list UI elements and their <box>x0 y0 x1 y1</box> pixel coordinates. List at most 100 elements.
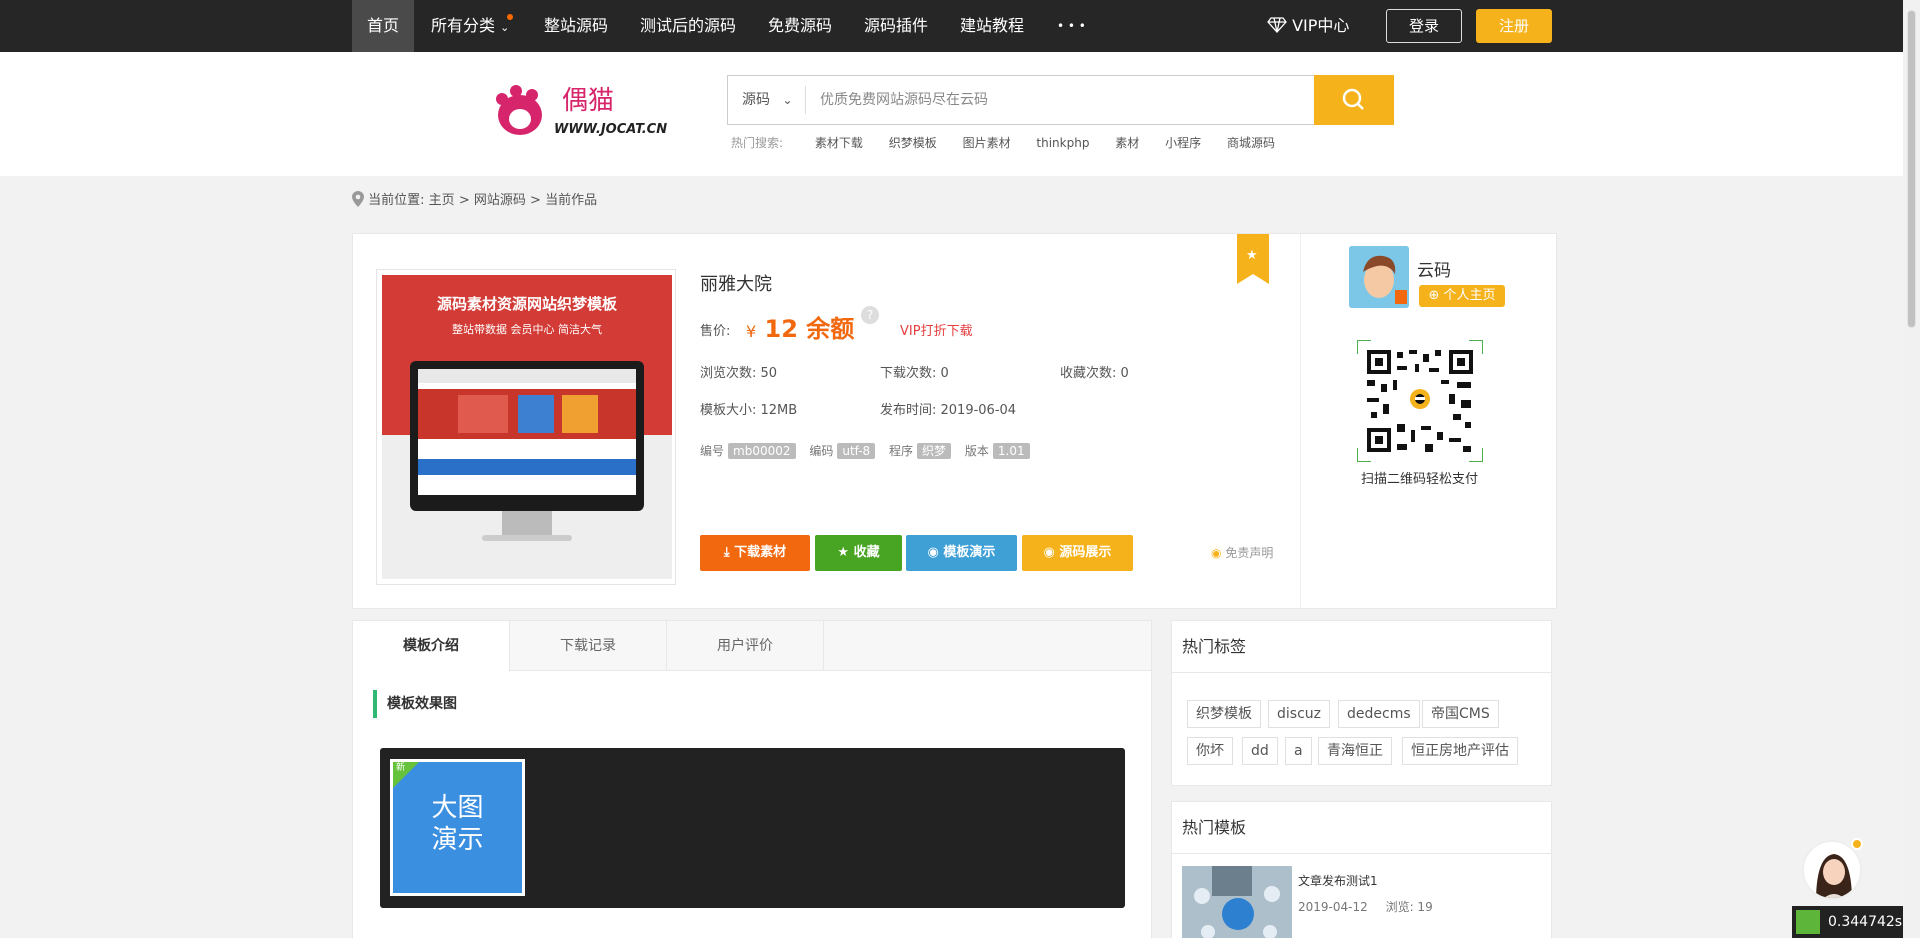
vip-center-link[interactable]: VIP中心 <box>1267 0 1349 52</box>
breadcrumb-label: 当前位置: <box>368 193 425 208</box>
scrollbar-thumb[interactable] <box>1907 10 1916 328</box>
personal-home-label: 个人主页 <box>1443 288 1496 303</box>
author-name[interactable]: 云码 <box>1417 256 1451 281</box>
site-logo[interactable]: 偶猫 WWW.JOCAT.CN <box>490 79 670 139</box>
favorite-button[interactable]: ★ 收藏 <box>815 535 902 571</box>
hot-templates-title: 热门模板 <box>1172 802 1551 854</box>
product-thumbnail[interactable]: 源码素材资源网站织梦模板 整站带数据 会员中心 简洁大气 <box>376 269 676 585</box>
tag-chip[interactable]: 你坏 <box>1187 737 1233 765</box>
download-count: 下载次数: 0 <box>880 366 949 381</box>
site-header: 偶猫 WWW.JOCAT.CN 源码 ⌄ 优质免费网站源码尽在云码 热门搜索: … <box>0 52 1903 176</box>
tag-chip[interactable]: 青海恒正 <box>1318 737 1392 765</box>
hot-search-link[interactable]: 图片素材 <box>963 136 1011 150</box>
product-title: 丽雅大院 <box>700 274 772 295</box>
tab-bar: 模板介绍 下载记录 用户评价 <box>353 621 1151 672</box>
attr-version-label: 版本 <box>964 444 989 458</box>
breadcrumb-home[interactable]: 主页 <box>429 193 455 208</box>
large-preview-tile[interactable]: 新 大图 演示 <box>390 759 525 896</box>
template-demo-button[interactable]: ◉ 模板演示 <box>906 535 1017 571</box>
nav-plugins[interactable]: 源码插件 <box>864 0 928 52</box>
hot-templates-box: 热门模板 文章发布测试1 2019-04-12 浏览: 19 <box>1171 801 1552 938</box>
preview-headline: 源码素材资源网站织梦模板 <box>436 295 617 313</box>
tag-chip[interactable]: dedecms <box>1338 700 1420 728</box>
tab-download-records[interactable]: 下载记录 <box>510 621 667 671</box>
login-button[interactable]: 登录 <box>1386 9 1462 43</box>
disclaimer-label: 免责声明 <box>1225 546 1274 560</box>
template-meta: 2019-04-12 浏览: 19 <box>1298 898 1433 915</box>
download-icon: ⤓ <box>723 545 730 560</box>
qr-caption: 扫描二维码轻松支付 <box>1361 472 1479 487</box>
price-amount: 12 余额 <box>764 315 855 343</box>
download-button[interactable]: ⤓ 下载素材 <box>700 535 810 571</box>
attr-id-label: 编号 <box>700 444 725 458</box>
eye-icon: ◉ <box>1043 545 1055 560</box>
detail-panel: 模板介绍 下载记录 用户评价 模板效果图 新 大图 演示 <box>352 620 1152 938</box>
breadcrumb-current: 当前作品 <box>545 193 598 208</box>
tag-chip[interactable]: 帝国CMS <box>1422 700 1499 728</box>
template-thumbnail[interactable] <box>1182 866 1292 938</box>
new-badge: 新 <box>393 762 419 788</box>
breadcrumb-category[interactable]: 网站源码 <box>474 193 526 208</box>
vip-discount-link[interactable]: VIP打折下载 <box>900 320 973 339</box>
nav-tested-source[interactable]: 测试后的源码 <box>640 0 736 52</box>
nav-more[interactable]: • • • <box>1057 0 1086 52</box>
source-showcase-label: 源码展示 <box>1059 545 1112 560</box>
search-category-label: 源码 <box>742 92 770 108</box>
page-scrollbar[interactable] <box>1903 0 1920 938</box>
hot-search-link[interactable]: 素材 <box>1115 136 1139 150</box>
nav-free-source[interactable]: 免费源码 <box>768 0 832 52</box>
template-demo-label: 模板演示 <box>943 545 996 560</box>
product-card: 源码素材资源网站织梦模板 整站带数据 会员中心 简洁大气 丽雅大院 售价: ¥ … <box>352 233 1557 609</box>
search-divider <box>805 86 806 114</box>
search-category-select[interactable]: 源码 ⌄ <box>742 76 793 124</box>
personal-home-button[interactable]: ⊕ 个人主页 <box>1419 285 1505 307</box>
nav-all-categories[interactable]: 所有分类 ⌄ <box>431 0 514 52</box>
eye-icon: ◉ <box>927 545 939 560</box>
tag-chip[interactable]: 恒正房地产评估 <box>1402 737 1518 765</box>
tag-chip[interactable]: 织梦模板 <box>1187 700 1261 728</box>
view-count: 浏览次数: 50 <box>700 366 778 381</box>
attr-program-value: 织梦 <box>917 443 952 459</box>
source-showcase-button[interactable]: ◉ 源码展示 <box>1022 535 1133 571</box>
search-input[interactable]: 优质免费网站源码尽在云码 <box>820 76 988 124</box>
search-button[interactable] <box>1314 75 1394 125</box>
app-logo-icon <box>1796 910 1820 934</box>
hot-search-link[interactable]: 小程序 <box>1165 136 1201 150</box>
hot-search-label: 热门搜索: <box>731 136 784 150</box>
chevron-down-icon: ⌄ <box>500 21 510 34</box>
help-icon[interactable]: ? <box>861 306 879 324</box>
price-label: 售价: <box>700 324 731 339</box>
product-attributes: 编号 mb00002 编码 utf-8 程序 织梦 版本 1.01 <box>700 442 1040 459</box>
favorite-button-label: 收藏 <box>853 545 880 560</box>
tag-chip[interactable]: a <box>1285 737 1312 765</box>
nav-full-site-source[interactable]: 整站源码 <box>544 0 608 52</box>
tag-chip[interactable]: dd <box>1242 737 1278 765</box>
attr-program-label: 程序 <box>889 444 914 458</box>
publish-date: 发布时间: 2019-06-04 <box>880 403 1017 418</box>
nav-home[interactable]: 首页 <box>352 0 415 52</box>
plus-circle-icon: ⊕ <box>1428 288 1440 303</box>
product-preview-image: 源码素材资源网站织梦模板 整站带数据 会员中心 简洁大气 <box>382 275 672 579</box>
tag-chip[interactable]: discuz <box>1268 700 1330 728</box>
vip-center-label: VIP中心 <box>1292 16 1350 35</box>
hot-search-link[interactable]: thinkphp <box>1036 136 1089 150</box>
disclaimer-link[interactable]: ◉ 免责声明 <box>1211 544 1273 561</box>
author-avatar[interactable] <box>1349 246 1409 308</box>
hot-tags-title: 热门标签 <box>1172 621 1551 673</box>
hot-searches: 热门搜索: 素材下载 织梦模板 图片素材 thinkphp 素材 小程序 商城源… <box>731 134 1297 151</box>
hot-search-link[interactable]: 素材下载 <box>815 136 863 150</box>
tab-user-reviews[interactable]: 用户评价 <box>667 621 824 671</box>
chevron-down-icon: ⌄ <box>782 93 793 107</box>
register-button[interactable]: 注册 <box>1476 9 1552 43</box>
search-bar: 源码 ⌄ 优质免费网站源码尽在云码 <box>727 75 1394 125</box>
nav-tutorials[interactable]: 建站教程 <box>960 0 1024 52</box>
tab-template-intro[interactable]: 模板介绍 <box>353 621 510 672</box>
template-title[interactable]: 文章发布测试1 <box>1298 872 1378 889</box>
hot-search-link[interactable]: 织梦模板 <box>889 136 937 150</box>
breadcrumb-sep: > <box>458 193 470 208</box>
diamond-icon <box>1267 17 1287 33</box>
qr-code <box>1356 339 1484 463</box>
attr-id-value: mb00002 <box>728 443 796 459</box>
render-timer: 0.344742s <box>1792 906 1909 938</box>
hot-search-link[interactable]: 商城源码 <box>1227 136 1275 150</box>
